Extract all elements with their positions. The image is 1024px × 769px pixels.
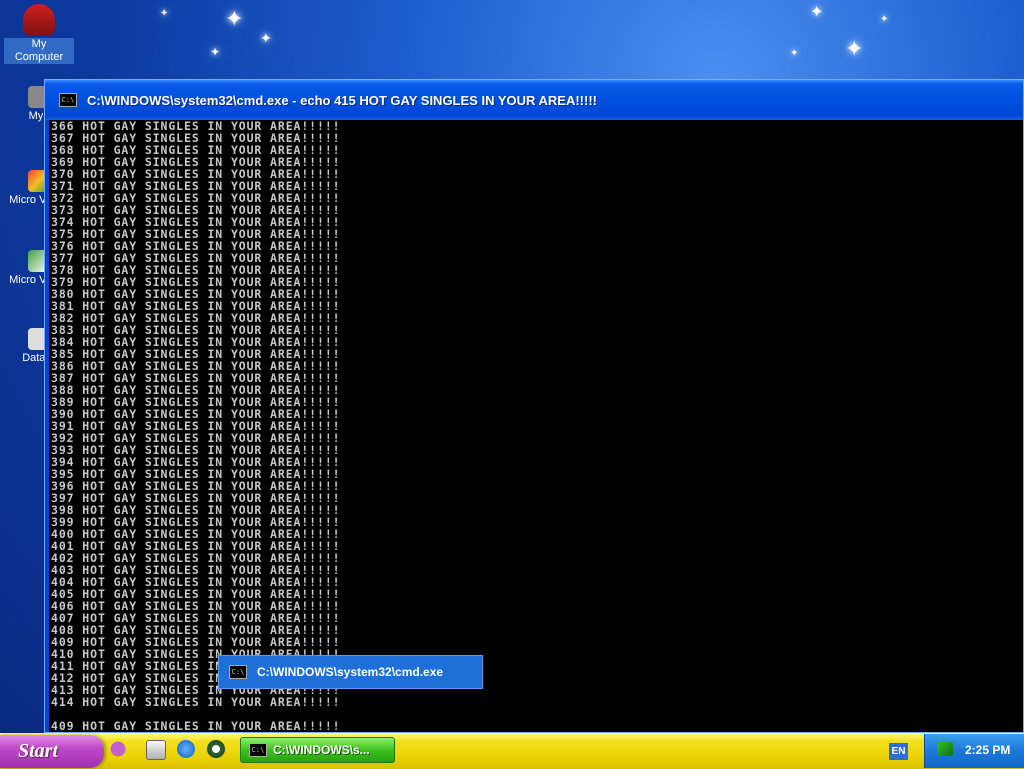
cmd-icon: C:\ — [229, 665, 247, 679]
console-line: 409 HOT GAY SINGLES IN YOUR AREA!!!!! — [51, 719, 341, 732]
start-button[interactable]: Start — [0, 735, 104, 768]
show-desktop-icon[interactable] — [146, 740, 166, 760]
sparkle-decoration: ✦ — [160, 8, 169, 19]
taskbar-button-label: C:\WINDOWS\s... — [273, 743, 370, 757]
system-tray: 2:25 PM — [924, 734, 1024, 768]
network-icon[interactable] — [937, 742, 953, 756]
sparkle-decoration: ✦ — [845, 36, 864, 61]
media-player-icon[interactable] — [207, 740, 225, 758]
sparkle-decoration: ✦ — [880, 14, 889, 25]
window-titlebar[interactable]: C:\ C:\WINDOWS\system32\cmd.exe - echo 4… — [45, 80, 1023, 120]
cmd-icon: C:\ — [249, 743, 267, 757]
sparkle-decoration: ✦ — [790, 48, 799, 59]
desktop-icon-my-computer[interactable]: My Computer — [4, 4, 74, 64]
cmd-icon: C:\ — [59, 93, 77, 107]
sparkle-decoration: ✦ — [810, 4, 824, 21]
sparkle-decoration: ✦ — [260, 30, 272, 46]
internet-explorer-icon[interactable] — [177, 740, 195, 758]
taskbar-cmd-button[interactable]: C:\ C:\WINDOWS\s... — [240, 737, 395, 763]
language-indicator[interactable]: EN — [889, 743, 908, 760]
console-line: 414 HOT GAY SINGLES IN YOUR AREA!!!!! — [51, 695, 341, 709]
clock[interactable]: 2:25 PM — [965, 743, 1010, 757]
sparkle-decoration: ✦ — [225, 6, 244, 31]
task-switch-popup[interactable]: C:\ C:\WINDOWS\system32\cmd.exe — [218, 655, 483, 689]
computer-icon — [23, 4, 55, 36]
cmd-window[interactable]: C:\ C:\WINDOWS\system32\cmd.exe - echo 4… — [44, 79, 1024, 733]
decoration-icon — [108, 734, 128, 764]
window-title: C:\WINDOWS\system32\cmd.exe - echo 415 H… — [87, 92, 598, 108]
desktop-icon-label: My Computer — [4, 38, 74, 64]
console-output[interactable]: 366 HOT GAY SINGLES IN YOUR AREA!!!!! 367… — [49, 120, 1023, 732]
sparkle-decoration: ✦ — [210, 45, 221, 59]
task-popup-label: C:\WINDOWS\system32\cmd.exe — [257, 665, 444, 679]
